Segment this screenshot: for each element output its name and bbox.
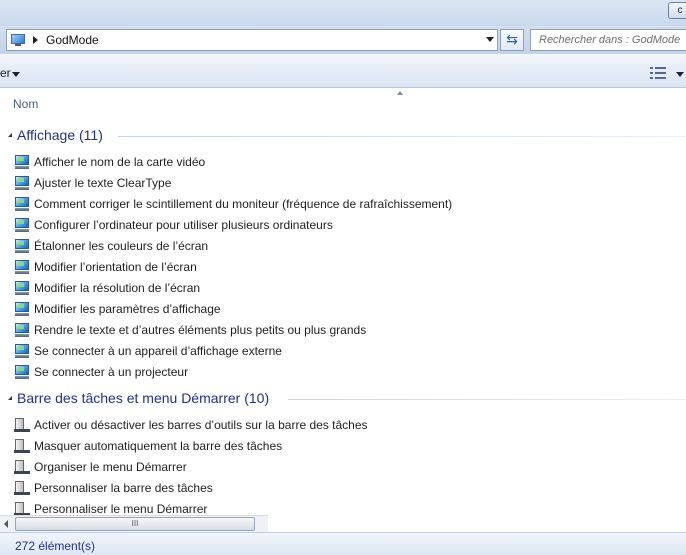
display-settings-icon (14, 364, 30, 380)
list-item[interactable]: Personnaliser la barre des tâches (14, 477, 213, 498)
view-dropdown-icon[interactable] (676, 72, 684, 77)
items-list: Affichage (11) Afficher le nom de la car… (0, 119, 686, 515)
display-settings-icon (14, 217, 30, 233)
item-label: Modifier les paramètres d’affichage (34, 301, 221, 316)
item-label: Afficher le nom de la carte vidéo (34, 154, 206, 169)
list-item[interactable]: Masquer automatiquement la barre des tâc… (14, 435, 282, 456)
display-settings-icon (14, 196, 30, 212)
horizontal-scrollbar[interactable]: III (0, 515, 268, 532)
item-label: Personnaliser la barre des tâches (34, 480, 213, 495)
organize-dropdown-icon[interactable] (12, 72, 20, 77)
item-count: 272 élément(s) (15, 539, 96, 553)
scrollbar-thumb[interactable]: III (15, 517, 255, 531)
item-label: Rendre le texte et d’autres éléments plu… (34, 322, 367, 337)
display-settings-icon (14, 301, 30, 317)
display-settings-icon (14, 280, 30, 296)
taskbar-start-menu-icon (14, 417, 30, 433)
collapse-arrow-icon[interactable] (5, 396, 12, 400)
list-item[interactable]: Modifier les paramètres d’affichage (14, 298, 221, 319)
item-label: Organiser le menu Démarrer (34, 459, 187, 474)
view-options-icon[interactable] (650, 67, 666, 79)
organize-menu-label[interactable]: er (0, 66, 11, 80)
status-bar: 272 élément(s) (0, 532, 686, 555)
sort-ascending-icon (397, 91, 403, 95)
address-dropdown-icon[interactable] (486, 37, 494, 42)
list-item[interactable]: Modifier l’orientation de l’écran (14, 256, 197, 277)
column-header: Nom (0, 89, 686, 119)
scroll-left-icon[interactable] (0, 516, 14, 532)
taskbar-start-menu-icon (14, 459, 30, 475)
list-item[interactable]: Ajuster le texte ClearType (14, 172, 171, 193)
group-header-affichage[interactable]: Affichage (11) (0, 124, 686, 148)
list-item[interactable]: Modifier la résolution de l’écran (14, 277, 200, 298)
collapse-arrow-icon[interactable] (5, 133, 12, 137)
item-label: Se connecter à un projecteur (34, 364, 189, 379)
list-item[interactable]: Personnaliser le menu Démarrer (14, 498, 207, 515)
refresh-icon: ⇆ (506, 31, 518, 47)
breadcrumb-arrow-icon[interactable] (33, 36, 38, 44)
taskbar-start-menu-icon (14, 501, 30, 515)
item-label: Modifier l’orientation de l’écran (34, 259, 197, 274)
list-item[interactable]: Comment corriger le scintillement du mon… (14, 193, 452, 214)
group-divider (118, 136, 686, 137)
display-settings-icon (14, 175, 30, 191)
list-item[interactable]: Activer ou désactiver les barres d’outil… (14, 414, 368, 435)
window-corner-button[interactable]: c (668, 2, 686, 19)
refresh-button[interactable]: ⇆ (500, 29, 524, 51)
control-panel-icon (10, 33, 26, 47)
item-label: Se connecter à un appareil d’affichage e… (34, 343, 282, 358)
item-label: Activer ou désactiver les barres d’outil… (34, 417, 368, 432)
item-label: Ajuster le texte ClearType (34, 175, 172, 190)
item-label: Comment corriger le scintillement du mon… (34, 196, 453, 211)
list-item[interactable]: Configurer l’ordinateur pour utiliser pl… (14, 214, 333, 235)
list-item[interactable]: Organiser le menu Démarrer (14, 456, 187, 477)
group-title: Barre des tâches et menu Démarrer (10) (17, 390, 270, 406)
list-item[interactable]: Se connecter à un projecteur (14, 361, 188, 382)
display-settings-icon (14, 343, 30, 359)
item-label: Personnaliser le menu Démarrer (34, 501, 208, 516)
display-settings-icon (14, 154, 30, 170)
window-chrome: c (0, 0, 686, 26)
display-settings-icon (14, 259, 30, 275)
item-label: Étalonner les couleurs de l’écran (34, 238, 209, 253)
breadcrumb-godmode[interactable]: GodMode (46, 33, 99, 47)
list-item[interactable]: Rendre le texte et d’autres éléments plu… (14, 319, 366, 340)
item-label: Masquer automatiquement la barre des tâc… (34, 438, 283, 453)
group-header-taskbar[interactable]: Barre des tâches et menu Démarrer (10) (0, 387, 686, 411)
group-divider (288, 399, 686, 400)
taskbar-start-menu-icon (14, 480, 30, 496)
list-item[interactable]: Afficher le nom de la carte vidéo (14, 151, 205, 172)
column-name-header[interactable]: Nom (13, 97, 38, 111)
list-item[interactable]: Étalonner les couleurs de l’écran (14, 235, 208, 256)
display-settings-icon (14, 238, 30, 254)
search-input[interactable]: Rechercher dans : GodMode (530, 29, 686, 51)
address-row: GodMode ⇆ Rechercher dans : GodMode (0, 26, 686, 54)
group-title: Affichage (11) (17, 127, 103, 143)
item-label: Modifier la résolution de l’écran (34, 280, 201, 295)
list-blank-area (268, 515, 686, 532)
display-settings-icon (14, 322, 30, 338)
command-bar: er (0, 54, 686, 88)
taskbar-start-menu-icon (14, 438, 30, 454)
address-bar[interactable]: GodMode (6, 29, 498, 51)
item-label: Configurer l’ordinateur pour utiliser pl… (34, 217, 333, 232)
list-item[interactable]: Se connecter à un appareil d’affichage e… (14, 340, 282, 361)
